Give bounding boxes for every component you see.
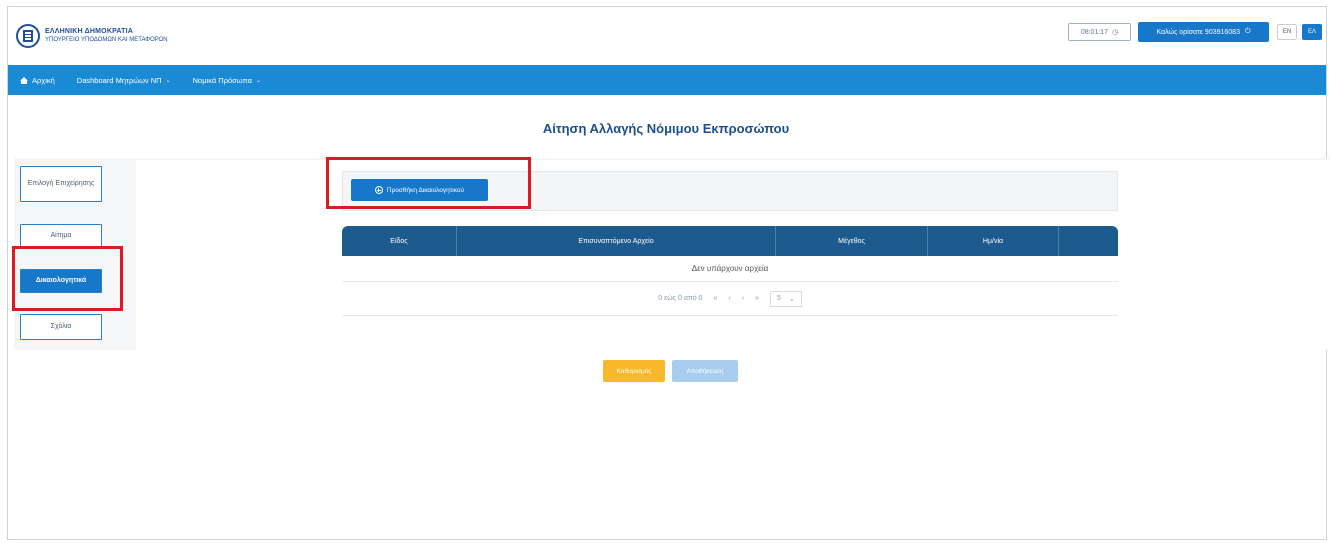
nav-home[interactable]: Αρχική <box>20 76 55 85</box>
step-select-company[interactable]: Επιλογή Επιχείρησης <box>20 166 102 202</box>
lang-en-button[interactable]: EN <box>1277 24 1297 40</box>
column-header-date[interactable]: Ημ/νία <box>928 226 1059 256</box>
nav-legal-label: Νομικά Πρόσωπα <box>192 75 252 85</box>
page-title: Αίτηση Αλλαγής Νόμιμου Εκπροσώπου <box>542 121 790 136</box>
chevron-down-icon: ⌄ <box>255 77 261 84</box>
prev-page-icon[interactable]: ‹ <box>728 295 730 302</box>
column-header-size[interactable]: Μέγεθος <box>776 226 928 256</box>
chevron-down-icon: ⌄ <box>788 295 795 303</box>
logo[interactable]: ΕΛΛΗΝΙΚΗ ΔΗΜΟΚΡΑΤΙΑ ΥΠΟΥΡΓΕΙΟ ΥΠΟΔΟΜΩΝ Κ… <box>16 24 168 48</box>
coat-of-arms-icon <box>16 24 40 48</box>
logo-line2: ΥΠΟΥΡΓΕΙΟ ΥΠΟΔΟΜΩΝ ΚΑΙ ΜΕΤΑΦΟΡΩΝ <box>45 37 168 43</box>
logo-line1: ΕΛΛΗΝΙΚΗ ΔΗΜΟΚΡΑΤΙΑ <box>45 28 133 35</box>
last-page-icon[interactable]: » <box>755 295 759 302</box>
user-label: Καλώς ορίσατε 903916083 <box>1156 28 1240 36</box>
nav-legal-entities[interactable]: Νομικά Πρόσωπα ⌄ <box>193 76 261 85</box>
step-request[interactable]: Αίτημα <box>20 224 102 247</box>
table-header: Είδος Επισυναπτόμενο Αρχείο Μέγεθος Ημ/ν… <box>342 226 1118 256</box>
save-button[interactable]: Αποθήκευση <box>672 360 738 382</box>
pager-range: 0 εώς 0 από 0 <box>658 295 703 302</box>
lang-el-button[interactable]: ΕΛ <box>1302 24 1322 40</box>
page-size-select[interactable]: 5 ⌄ <box>769 290 802 307</box>
column-header-actions <box>1059 226 1118 256</box>
clock-icon: ◷ <box>1112 29 1119 36</box>
highlight-box-documents-step <box>12 246 123 311</box>
column-header-type[interactable]: Είδος <box>342 226 457 256</box>
session-timer: 08:01:17 ◷ <box>1068 23 1131 41</box>
nav-dashboard-label: Dashboard Μητρώων ΝΠ <box>76 75 162 85</box>
column-header-file[interactable]: Επισυναπτόμενο Αρχείο <box>457 226 776 256</box>
main-nav: Αρχική Dashboard Μητρώων ΝΠ ⌄ Νομικά Πρό… <box>8 65 1326 95</box>
first-page-icon[interactable]: « <box>713 295 717 302</box>
nav-dashboard[interactable]: Dashboard Μητρώων ΝΠ ⌄ <box>77 76 171 85</box>
nav-home-label: Αρχική <box>32 75 55 85</box>
power-icon: ⏻ <box>1244 28 1251 35</box>
highlight-box-add-document <box>326 157 531 209</box>
home-icon <box>20 76 28 84</box>
documents-table: Είδος Επισυναπτόμενο Αρχείο Μέγεθος Ημ/ν… <box>342 226 1118 316</box>
empty-message: Δεν υπάρχουν αρχεία <box>342 256 1118 282</box>
clear-button[interactable]: Καθαρισμός <box>603 360 665 382</box>
chevron-down-icon: ⌄ <box>165 77 171 84</box>
timer-value: 08:01:17 <box>1080 28 1109 36</box>
next-page-icon[interactable]: › <box>742 295 744 302</box>
paginator: 0 εώς 0 από 0 « ‹ › » 5 ⌄ <box>342 282 1118 316</box>
step-comments[interactable]: Σχόλια <box>20 314 102 340</box>
page-size-value: 5 <box>776 294 781 302</box>
user-logout-button[interactable]: Καλώς ορίσατε 903916083 ⏻ <box>1138 22 1269 42</box>
